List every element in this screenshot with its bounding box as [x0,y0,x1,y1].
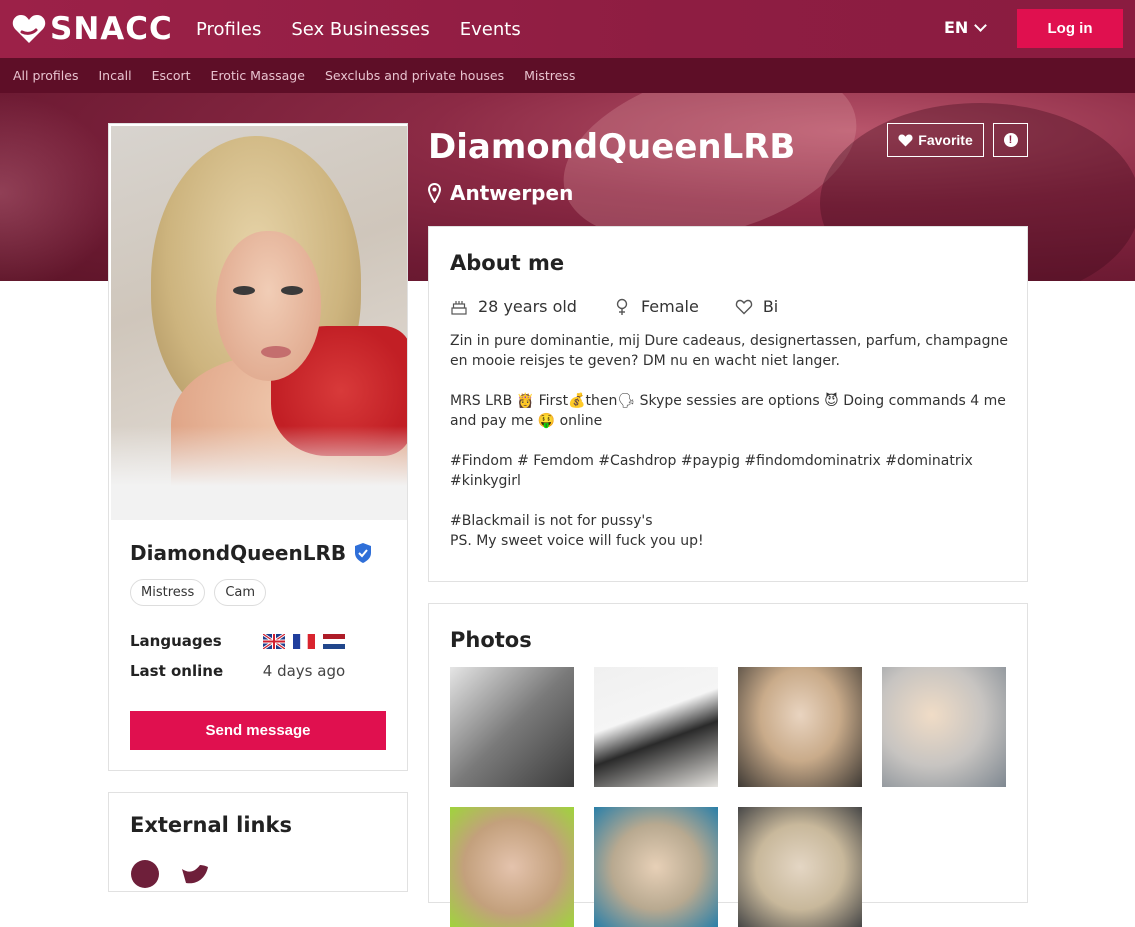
profile-headline: DiamondQueenLRB [428,127,796,167]
last-online-label: Last online [130,662,224,680]
language-flags [262,634,353,649]
nav-sex-businesses[interactable]: Sex Businesses [291,18,429,42]
subnav-sexclubs[interactable]: Sexclubs and private houses [325,58,504,93]
subnav-escort[interactable]: Escort [152,58,191,93]
language-selector[interactable]: EN [944,16,988,40]
about-card: About me 28 years old Female Bi Zin in p… [428,226,1028,582]
photo-detail [233,286,255,295]
login-button[interactable]: Log in [1017,9,1123,48]
heart-logo-icon [12,15,46,43]
favorite-button[interactable]: Favorite [887,123,984,157]
birthday-cake-icon [451,301,467,315]
gallery-photo[interactable] [450,667,574,787]
heart-icon [898,134,913,146]
orientation-text: Bi [762,297,779,316]
location-pin-icon [428,183,441,203]
profile-location: Antwerpen [428,180,573,206]
gallery-photo[interactable] [450,807,574,927]
gender-attribute: Female [613,295,699,319]
profile-attributes: 28 years old Female Bi [450,295,814,319]
tag-cam[interactable]: Cam [214,579,267,606]
profile-card: DiamondQueenLRB Mistress Cam Languages L… [108,123,408,771]
languages-row: Languages [130,630,353,652]
gallery-photo[interactable] [738,667,862,787]
external-links-title: External links [130,813,292,837]
hero-decoration [0,93,120,281]
category-subnav: All profiles Incall Escort Erotic Massag… [0,58,1135,93]
chevron-down-icon [974,19,988,32]
main-nav: Profiles Sex Businesses Events [196,18,551,42]
external-links-card: External links [108,792,408,892]
subnav-incall[interactable]: Incall [98,58,131,93]
uk-flag-icon [262,634,285,649]
gallery-photo[interactable] [594,667,718,787]
photo-detail [216,231,321,381]
external-links-icons [130,859,230,889]
photos-title: Photos [450,628,532,652]
gallery-photo[interactable] [882,667,1006,787]
photo-detail [111,426,407,520]
nav-profiles[interactable]: Profiles [196,18,261,42]
about-title: About me [450,251,565,275]
last-online-row: Last online 4 days ago [130,660,345,682]
globe-icon[interactable] [130,859,160,889]
last-online-value: 4 days ago [262,662,346,680]
profile-photo[interactable] [111,126,407,520]
location-text: Antwerpen [450,181,574,205]
report-button[interactable]: ! [993,123,1028,157]
gender-text: Female [640,297,699,316]
gallery-photo[interactable] [738,807,862,927]
subnav-erotic-massage[interactable]: Erotic Massage [211,58,305,93]
female-symbol-icon [616,298,628,315]
brand-name: SNACC [50,11,173,47]
about-description: Zin in pure dominantie, mij Dure cadeaus… [450,333,1008,549]
nav-events[interactable]: Events [460,18,521,42]
verified-badge-icon [355,543,372,563]
photo-detail [281,286,303,295]
exclamation-icon: ! [1003,133,1018,147]
profile-name: DiamondQueenLRB [130,540,372,566]
twitter-icon[interactable] [180,859,210,889]
favorite-label: Favorite [918,132,973,148]
profile-name-text: DiamondQueenLRB [130,541,347,565]
france-flag-icon [292,634,315,649]
age-text: 28 years old [478,297,577,316]
snacc-logo[interactable]: SNACC [12,12,173,46]
orientation-attribute: Bi [735,295,778,319]
subnav-all-profiles[interactable]: All profiles [13,58,78,93]
photos-card: Photos [428,603,1028,927]
heart-outline-icon [735,299,753,315]
language-label: EN [944,18,969,37]
profile-tags: Mistress Cam [130,579,275,606]
photo-detail [261,346,291,358]
gallery-photo[interactable] [594,807,718,927]
send-message-button[interactable]: Send message [130,711,386,750]
languages-label: Languages [130,632,222,650]
tag-mistress[interactable]: Mistress [130,579,206,606]
age-attribute: 28 years old [450,295,577,319]
top-navbar: SNACC Profiles Sex Businesses Events EN … [0,0,1135,58]
subnav-mistress[interactable]: Mistress [524,58,575,93]
netherlands-flag-icon [322,634,345,649]
